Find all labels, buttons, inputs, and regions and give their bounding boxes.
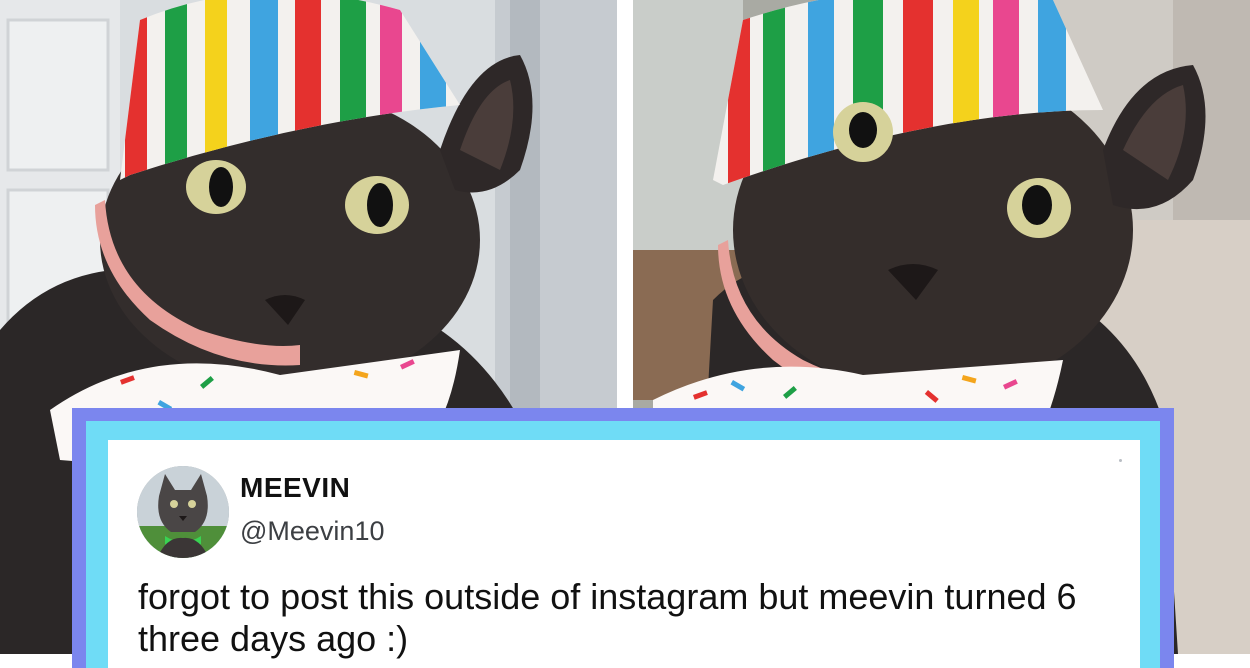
corner-dot [1119,459,1122,462]
tweet-text: forgot to post this outside of instagram… [138,576,1077,659]
author-handle[interactable]: @Meevin10 [240,516,384,547]
tweet-frame-inner: MEEVIN @Meevin10 forgot to post this out… [86,421,1160,668]
cat-avatar-icon[interactable] [137,466,229,558]
avatar-graphic [137,466,229,558]
tweet-frame: MEEVIN @Meevin10 forgot to post this out… [72,408,1174,668]
tweet-card: MEEVIN @Meevin10 forgot to post this out… [108,440,1140,668]
author-name[interactable]: MEEVIN [240,472,350,504]
